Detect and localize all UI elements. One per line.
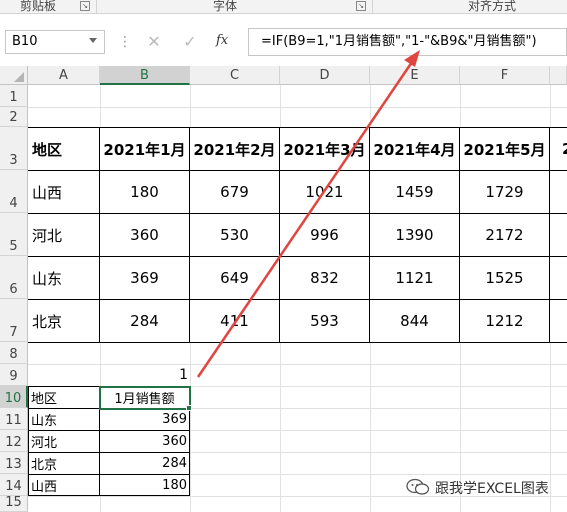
arrow-line [196, 61, 414, 378]
watermark-text: 跟我学EXCEL图表 [435, 481, 549, 497]
arrow-head [404, 50, 420, 67]
annotation-arrow [196, 50, 420, 378]
wechat-icon [406, 478, 430, 495]
